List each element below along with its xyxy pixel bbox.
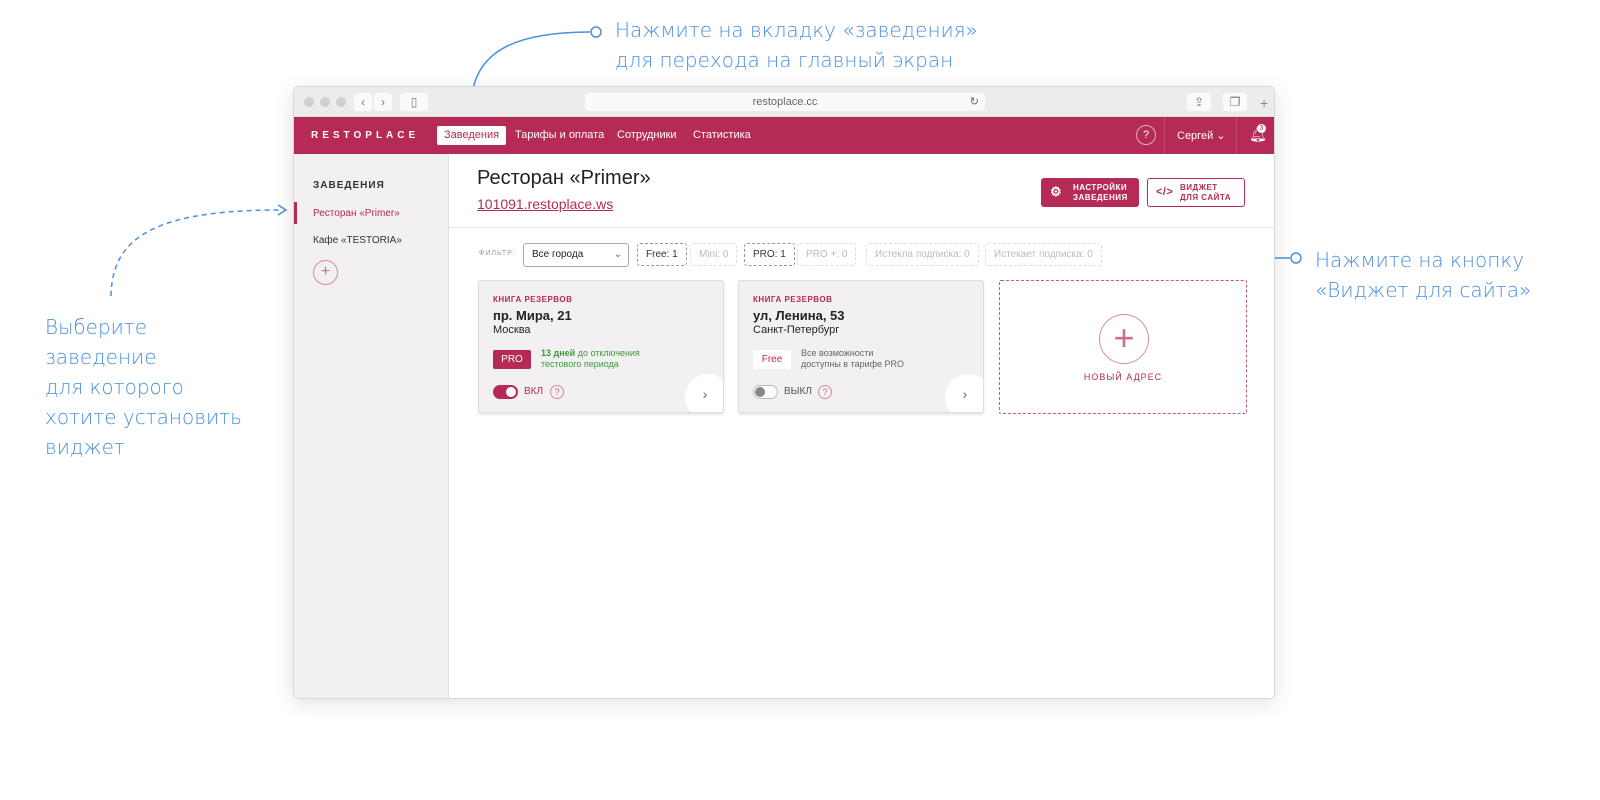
forward-icon[interactable]: › bbox=[374, 93, 392, 111]
tab-venues[interactable]: Заведения bbox=[437, 126, 507, 145]
logo: RESTOPLACE bbox=[311, 130, 420, 141]
close-dot[interactable] bbox=[304, 97, 314, 107]
top-nav: RESTOPLACE Заведения Тарифы и оплата Сот… bbox=[294, 117, 1274, 154]
trial-note: 13 дней до отключения тестового периода bbox=[541, 348, 640, 369]
tab-tariffs[interactable]: Тарифы и оплата bbox=[508, 126, 611, 145]
page-title: Ресторан «Primer» bbox=[477, 167, 651, 189]
add-venue-button[interactable]: + bbox=[313, 260, 338, 285]
toggle-on[interactable] bbox=[493, 385, 518, 399]
browser-window: ‹ › ▯ restoplace.cc ↻ ⇪ ❐ + RESTOPLACE За… bbox=[293, 86, 1275, 699]
back-icon[interactable]: ‹ bbox=[354, 93, 372, 111]
filter-chip-free[interactable]: Free: 1 bbox=[637, 243, 687, 266]
tab-stats[interactable]: Статистика bbox=[686, 126, 758, 145]
chevron-right-icon[interactable]: › bbox=[685, 374, 723, 412]
gear-icon: ⚙ bbox=[1050, 184, 1063, 199]
tab-staff[interactable]: Сотрудники bbox=[610, 126, 684, 145]
minimize-dot[interactable] bbox=[320, 97, 330, 107]
help-icon[interactable]: ? bbox=[550, 385, 564, 399]
new-tab-icon[interactable]: + bbox=[1260, 95, 1268, 111]
annotation-widget-hint: Нажмите на кнопку «Виджет для сайта» bbox=[1315, 248, 1532, 302]
plan-badge: PRO bbox=[493, 350, 531, 369]
filter-chip-pro[interactable]: PRO: 1 bbox=[744, 243, 795, 266]
sidebar: ЗАВЕДЕНИЯ Ресторан «Primer» Кафе «TESTOR… bbox=[294, 154, 449, 698]
maximize-dot[interactable] bbox=[336, 97, 346, 107]
filter-chip-expiring[interactable]: Истекает подписка: 0 bbox=[985, 243, 1102, 266]
city-select[interactable]: Все города ⌄ bbox=[523, 243, 629, 267]
toggle-label: ВКЛ bbox=[524, 386, 544, 397]
filter-chip-mini[interactable]: Mini: 0 bbox=[690, 243, 738, 266]
address-bar[interactable]: restoplace.cc ↻ bbox=[585, 93, 985, 111]
code-icon: </> bbox=[1156, 186, 1174, 198]
toggle-off[interactable] bbox=[753, 385, 778, 399]
annotation-tab-hint: Нажмите на вкладку «заведения» для перехо… bbox=[615, 18, 978, 72]
user-menu[interactable]: Сергей ⌄ bbox=[1177, 129, 1226, 142]
filter-chip-expired[interactable]: Истекла подписка: 0 bbox=[866, 243, 979, 266]
widget-for-site-button[interactable]: </> ВИДЖЕТ ДЛЯ САЙТА bbox=[1147, 178, 1245, 207]
reload-icon[interactable]: ↻ bbox=[970, 93, 979, 111]
main-content: Ресторан «Primer» 101091.restoplace.ws ⚙… bbox=[449, 154, 1274, 698]
url-text: restoplace.cc bbox=[752, 96, 818, 108]
plus-icon: + bbox=[1099, 314, 1149, 364]
tabs-icon[interactable]: ❐ bbox=[1223, 93, 1247, 111]
chevron-down-icon: ⌄ bbox=[613, 249, 622, 260]
filter-chip-pro-plus[interactable]: PRO +: 0 bbox=[797, 243, 857, 266]
plan-note: Все возможности доступны в тарифе PRO bbox=[801, 348, 905, 369]
venue-card[interactable]: КНИГА РЕЗЕРВОВ ул, Ленина, 53 Санкт-Пете… bbox=[738, 280, 984, 413]
card-kicker: КНИГА РЕЗЕРВОВ bbox=[753, 295, 833, 304]
notification-badge: 3 bbox=[1257, 124, 1266, 133]
sidebar-title: ЗАВЕДЕНИЯ bbox=[313, 180, 385, 191]
filter-label: ФИЛЬТР: bbox=[479, 250, 516, 257]
card-address: ул, Ленина, 53 bbox=[753, 308, 845, 323]
sidebar-item-primer[interactable]: Ресторан «Primer» bbox=[313, 208, 400, 219]
user-name: Сергей bbox=[1177, 130, 1214, 142]
active-indicator bbox=[294, 202, 297, 224]
venue-card[interactable]: КНИГА РЕЗЕРВОВ пр. Мира, 21 Москва PRO 1… bbox=[478, 280, 724, 413]
new-address-label: НОВЫЙ АДРЕС bbox=[1083, 372, 1163, 382]
venue-settings-button[interactable]: ⚙ НАСТРОЙКИ ЗАВЕДЕНИЯ bbox=[1041, 178, 1139, 207]
toggle-label: ВЫКЛ bbox=[784, 386, 812, 397]
card-city: Санкт-Петербург bbox=[753, 324, 840, 336]
new-address-card[interactable]: + НОВЫЙ АДРЕС bbox=[999, 280, 1247, 414]
share-icon[interactable]: ⇪ bbox=[1187, 93, 1211, 111]
annotation-select-hint: Выберите заведение для которого хотите уста… bbox=[45, 315, 242, 459]
chevron-down-icon: ⌄ bbox=[1216, 130, 1226, 142]
sidebar-item-testoria[interactable]: Кафе «TESTORIA» bbox=[313, 235, 402, 246]
card-kicker: КНИГА РЕЗЕРВОВ bbox=[493, 295, 573, 304]
plan-badge: Free bbox=[753, 350, 791, 369]
chevron-right-icon[interactable]: › bbox=[945, 374, 983, 412]
card-city: Москва bbox=[493, 324, 531, 336]
browser-toolbar: ‹ › ▯ restoplace.cc ↻ ⇪ ❐ + bbox=[294, 87, 1274, 117]
help-icon[interactable]: ? bbox=[818, 385, 832, 399]
sidebar-toggle-icon[interactable]: ▯ bbox=[400, 93, 428, 111]
card-address: пр. Мира, 21 bbox=[493, 308, 572, 323]
help-icon[interactable]: ? bbox=[1136, 125, 1156, 145]
venue-link[interactable]: 101091.restoplace.ws bbox=[477, 196, 613, 212]
